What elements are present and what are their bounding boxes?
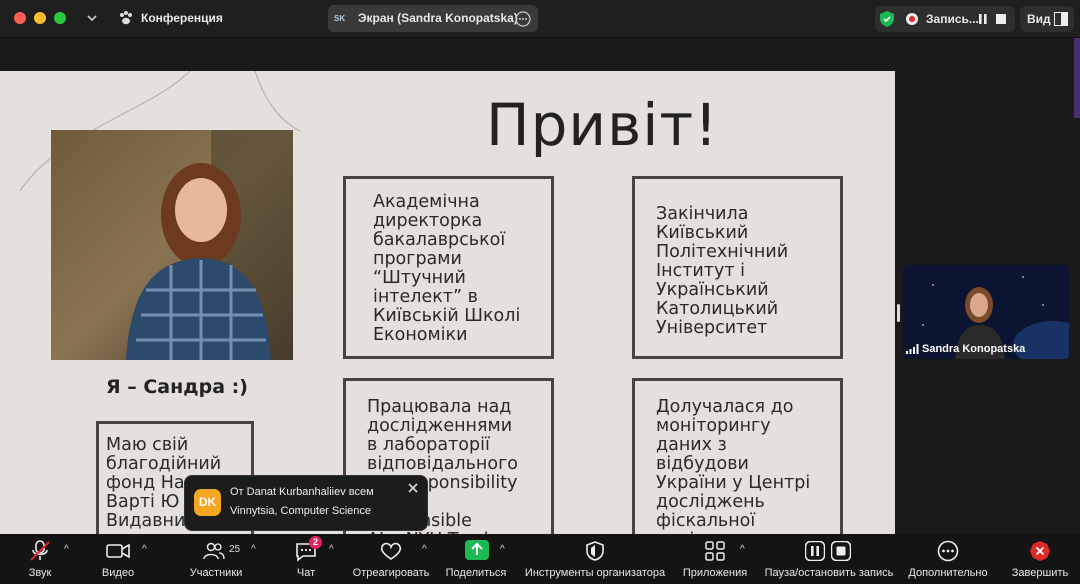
zoom-window-button[interactable] [54,12,66,24]
sender-avatar: DK [194,489,221,516]
participants-icon [203,542,225,560]
share-screen-icon [465,540,489,560]
chat-options-caret[interactable]: ^ [329,544,334,555]
meeting-stage: Привіт! Я – Сандра :) Академічна директо… [0,38,1080,534]
record-icon [906,13,918,25]
muted-mic-icon [30,540,50,561]
signal-strength-icon [906,344,919,354]
react-button[interactable]: Отреагировать [350,534,432,584]
apps-icon [705,541,725,561]
grid-view-icon [1054,12,1068,26]
participant-video-thumbnail[interactable]: Sandra Konopatska [903,265,1069,359]
video-options-caret[interactable]: ^ [142,544,147,555]
window-titlebar: Конференция SK Экран (Sandra Konopatska)… [0,0,1080,38]
status-group: Запись... [875,6,1015,32]
participants-count: 25 [229,544,241,555]
stop-recording-icon [831,541,851,561]
slide-box-academic: Академічна директорка бакалаврської прог… [343,176,554,359]
meeting-toolbar: Звук ^ Видео ^ 25 Участники ^ 2 Чат ^ От… [0,534,1080,584]
screen-share-indicator[interactable]: SK Экран (Sandra Konopatska) [328,5,538,32]
meeting-title: Конференция [141,11,223,25]
slide-title: Привіт! [486,91,719,159]
share-options-caret[interactable]: ^ [500,544,505,555]
share-avatar: SK [334,14,346,23]
paw-icon [120,11,132,25]
heart-icon [380,542,402,560]
side-panel-handle[interactable] [897,304,900,322]
share-label: Экран (Sandra Konopatska) [358,11,518,25]
portrait-photo [51,130,293,360]
audio-options-caret[interactable]: ^ [64,544,69,555]
video-camera-icon [106,543,130,559]
participants-options-caret[interactable]: ^ [251,544,256,555]
more-button[interactable]: Дополнительно [905,534,991,584]
close-icon[interactable] [408,483,418,493]
minimize-window-button[interactable] [34,12,46,24]
close-window-button[interactable] [14,12,26,24]
audio-button[interactable]: Звук [18,534,62,584]
shield-check-icon [880,11,894,27]
apps-options-caret[interactable]: ^ [740,544,745,555]
chat-notification[interactable]: DK От Danat Kurbanhaliiev всем Vinnytsia… [184,475,428,531]
slide-caption: Я – Сандра :) [106,376,248,398]
shield-icon [586,541,604,561]
record-status: Запись... [926,12,979,26]
video-button[interactable]: Видео [96,534,140,584]
right-scroll-strip [1074,38,1080,118]
host-tools-button[interactable]: Инструменты организатора [520,534,670,584]
chat-unread-badge: 2 [309,536,322,549]
participants-button[interactable]: 25 Участники [186,534,246,584]
notification-message: Vinnytsia, Computer Science [230,505,372,517]
pause-recording-icon [805,541,825,561]
notification-sender: От Danat Kurbanhaliiev всем [230,486,374,498]
more-icon [937,540,959,562]
apps-button[interactable]: Приложения [680,534,750,584]
end-call-icon [1030,541,1050,561]
pause-stop-recording-button[interactable]: Пауза/остановить запись [760,534,898,584]
stop-icon[interactable] [996,14,1006,24]
participant-name: Sandra Konopatska [922,343,1026,355]
shared-slide: Привіт! Я – Сандра :) Академічна директо… [0,71,895,534]
slide-box-monitoring: Долучалася до моніторингу даних з відбуд… [632,378,843,534]
share-screen-button[interactable]: Поделиться [442,534,510,584]
view-button[interactable]: Вид [1020,6,1074,32]
chevron-down-icon[interactable] [86,13,98,23]
slide-box-education: Закінчила Київський Політехнічний Інстит… [632,176,843,359]
react-options-caret[interactable]: ^ [422,544,427,555]
chat-button[interactable]: 2 Чат [286,534,326,584]
more-options-icon[interactable] [515,11,531,27]
end-meeting-button[interactable]: Завершить [1008,534,1072,584]
pause-icon[interactable] [979,14,987,24]
